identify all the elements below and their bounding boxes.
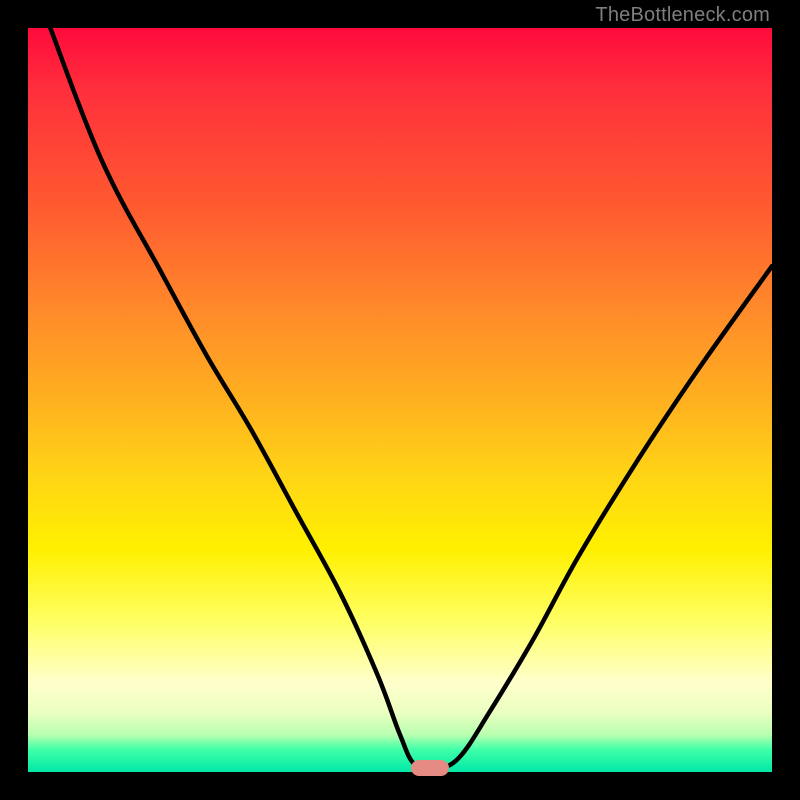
bottleneck-curve <box>50 28 772 769</box>
chart-frame: TheBottleneck.com <box>0 0 800 800</box>
attribution-text: TheBottleneck.com <box>595 4 770 27</box>
plot-area <box>28 28 772 772</box>
optimum-marker <box>411 760 449 776</box>
curve-svg <box>28 28 772 772</box>
